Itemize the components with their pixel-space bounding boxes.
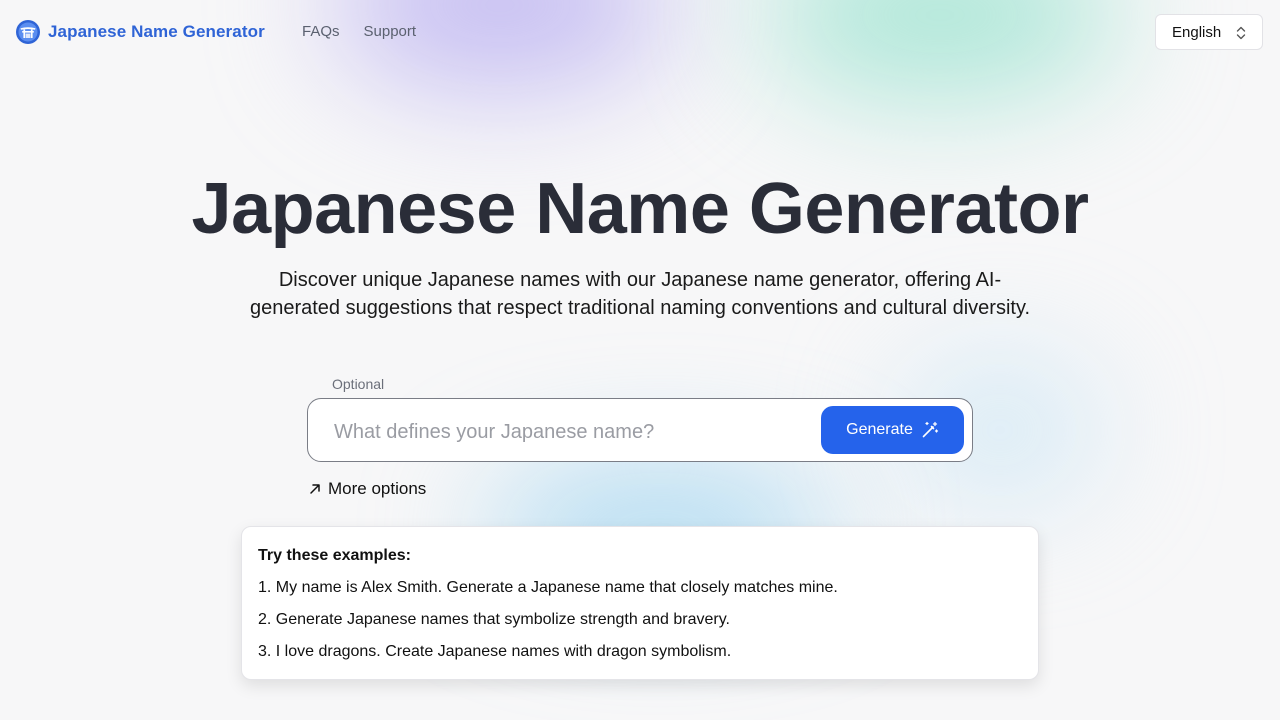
prompt-input[interactable]: [332, 415, 816, 449]
optional-label: Optional: [332, 376, 385, 392]
arrow-up-right-icon: [310, 484, 320, 494]
chevron-up-down-icon: [1236, 26, 1246, 40]
example-item[interactable]: 2. Generate Japanese names that symboliz…: [258, 609, 1022, 631]
magic-wand-icon: [922, 421, 939, 438]
page-subtitle: Discover unique Japanese names with our …: [249, 269, 1031, 319]
language-select[interactable]: English: [1155, 14, 1263, 50]
site-header: Japanese Name Generator FAQs Support Eng…: [0, 0, 1280, 64]
language-selected-value: English: [1172, 23, 1222, 41]
main-nav: FAQs Support: [302, 23, 440, 40]
prompt-input-container: Generate: [307, 398, 973, 462]
examples-title: Try these examples:: [258, 547, 411, 564]
nav-link-faqs[interactable]: FAQs: [302, 23, 340, 40]
examples-card: Try these examples: 1. My name is Alex S…: [241, 526, 1039, 680]
generate-button-label: Generate: [846, 421, 913, 438]
more-options-label: More options: [328, 479, 427, 498]
more-options-toggle[interactable]: More options: [308, 479, 426, 499]
nav-link-support[interactable]: Support: [364, 23, 417, 40]
torii-logo-icon: [16, 20, 40, 44]
example-item[interactable]: 1. My name is Alex Smith. Generate a Jap…: [258, 577, 1022, 599]
page-title: Japanese Name Generator: [191, 169, 1089, 249]
brand-link[interactable]: Japanese Name Generator: [16, 20, 265, 44]
generate-button[interactable]: Generate: [821, 406, 964, 454]
example-item[interactable]: 3. I love dragons. Create Japanese names…: [258, 641, 1022, 663]
brand-name: Japanese Name Generator: [48, 22, 265, 41]
